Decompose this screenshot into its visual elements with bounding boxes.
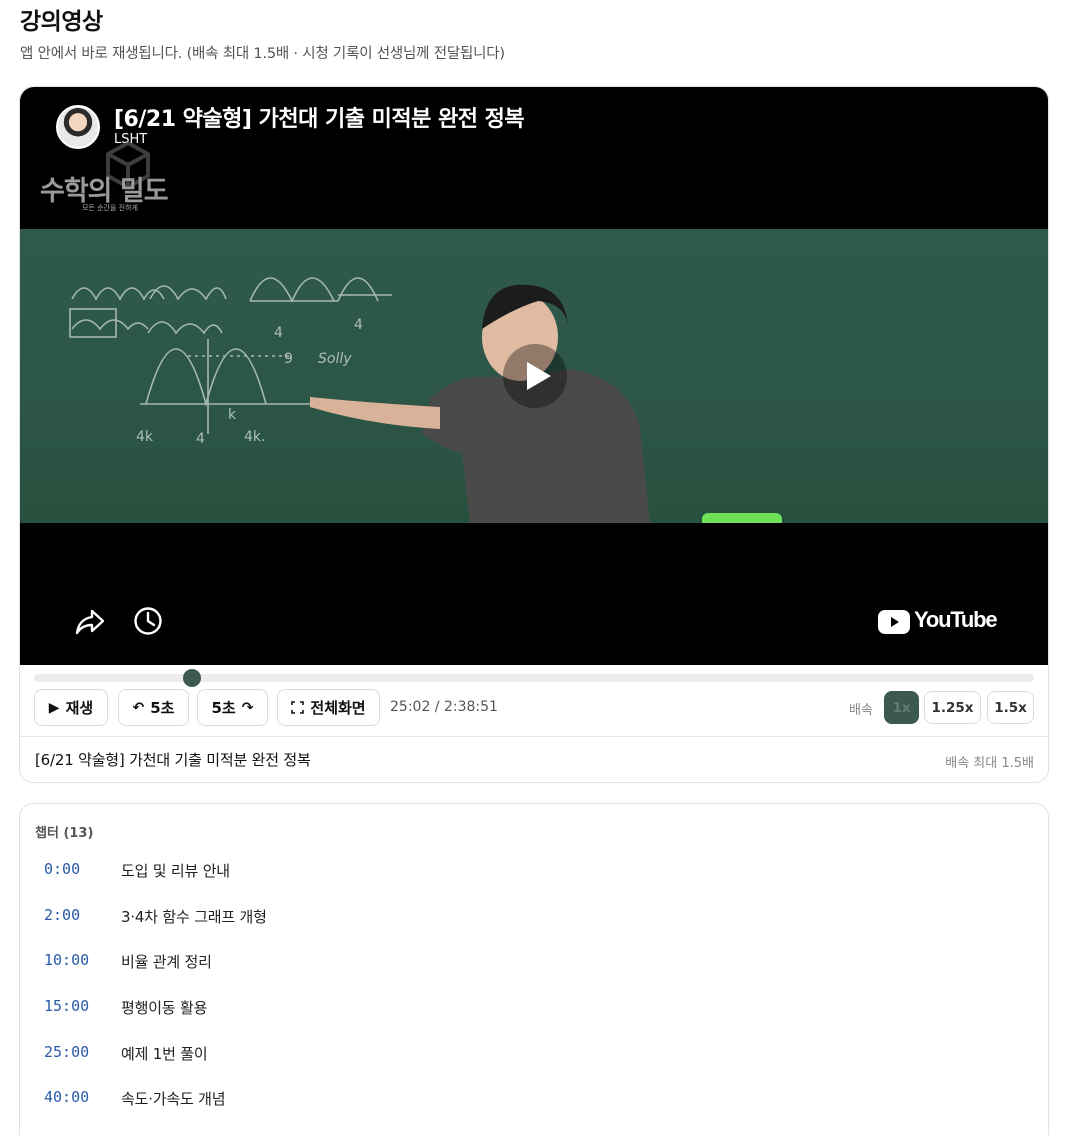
youtube-play-logo-icon: [878, 610, 910, 634]
play-button[interactable]: ▶ 재생: [34, 689, 108, 726]
chapter-item[interactable]: 15:00 평행이동 활용: [20, 989, 1050, 1029]
page-subtitle: 앱 안에서 바로 재생됩니다. (배속 최대 1.5배 · 시청 기록이 선생님…: [20, 46, 505, 62]
watermark-logo-tagline: 모든 순간을 진하게: [82, 204, 138, 212]
speed-1-5x-button[interactable]: 1.5x: [987, 691, 1034, 724]
seek-bar-fill: [34, 674, 192, 682]
speed-1-25x-button[interactable]: 1.25x: [924, 691, 981, 724]
chalk-note: Solly: [318, 351, 352, 367]
chapters-card: 챕터 (13) 0:00 도입 및 리뷰 안내 2:00 3·4차 함수 그래프…: [19, 803, 1049, 1135]
rewind-button-label: 5초: [150, 699, 175, 717]
video-title-overlay[interactable]: [6/21 약술형] 가천대 기출 미적분 완전 정복: [114, 101, 525, 133]
chapter-label: 비율 관계 정리: [121, 953, 212, 971]
play-button-label: 재생: [65, 699, 94, 717]
chapter-timestamp[interactable]: 40:00: [44, 1088, 89, 1106]
rewind-5s-button[interactable]: ↶ 5초: [118, 689, 189, 726]
chapter-timestamp[interactable]: 15:00: [44, 997, 89, 1015]
chapter-item[interactable]: 40:00 속도·가속도 개념: [20, 1080, 1050, 1120]
fullscreen-button-label: 전체화면: [310, 699, 366, 717]
rewind-icon: ↶: [132, 699, 145, 716]
fullscreen-icon: [291, 701, 305, 714]
chalk-number-9: 9: [284, 351, 293, 367]
chapter-timestamp[interactable]: 2:00: [44, 906, 80, 924]
chapter-item[interactable]: 10:00 비율 관계 정리: [20, 943, 1050, 983]
lecture-title: [6/21 약술형] 가천대 기출 미적분 완전 정복: [35, 751, 311, 769]
youtube-embed[interactable]: [6/21 약술형] 가천대 기출 미적분 완전 정복 LSHT 수학의 밀도 …: [20, 87, 1048, 665]
watermark-logo: 수학의 밀도 모든 순간을 진하게: [40, 140, 180, 217]
chapter-item[interactable]: 0:00 도입 및 리뷰 안내: [20, 852, 1050, 892]
forward-button-label: 5초: [211, 699, 236, 717]
chapter-label: 평행이동 활용: [121, 999, 208, 1017]
chapter-timestamp[interactable]: 0:00: [44, 860, 80, 878]
chalk-number-4a: 4: [274, 325, 283, 341]
chapter-timestamp[interactable]: 25:00: [44, 1043, 89, 1061]
watch-later-icon[interactable]: [130, 603, 166, 639]
card-divider: [20, 736, 1048, 737]
chapter-timestamp[interactable]: 10:00: [44, 951, 89, 969]
chalk-label-k: k: [228, 407, 237, 423]
share-icon[interactable]: [72, 605, 106, 639]
forward-5s-button[interactable]: 5초 ↷: [197, 689, 268, 726]
speed-limit-note: 배속 최대 1.5배: [945, 756, 1034, 771]
play-overlay-icon[interactable]: [503, 344, 567, 408]
chapter-label: 속도·가속도 개념: [121, 1090, 226, 1108]
chalk-label-4k-left: 4k: [136, 429, 154, 445]
chapter-item[interactable]: 2:00 3·4차 함수 그래프 개형: [20, 898, 1050, 938]
seek-bar-thumb[interactable]: [182, 669, 201, 687]
chalk-label-4k-right: 4k.: [244, 429, 265, 445]
chapter-label: 예제 1번 풀이: [121, 1045, 208, 1063]
chalk-number-4b: 4: [354, 317, 363, 333]
youtube-logo[interactable]: YouTube: [878, 607, 998, 637]
chapter-label: 3·4차 함수 그래프 개형: [121, 908, 267, 926]
speed-label: 배속: [849, 703, 873, 718]
fullscreen-button[interactable]: 전체화면: [277, 689, 380, 726]
chapter-item[interactable]: 25:00 예제 1번 풀이: [20, 1035, 1050, 1075]
chapter-label: 도입 및 리뷰 안내: [121, 862, 230, 880]
video-player-card: [6/21 약술형] 가천대 기출 미적분 완전 정복 LSHT 수학의 밀도 …: [19, 86, 1049, 783]
youtube-wordmark: YouTube: [914, 607, 998, 632]
chalk-label-4: 4: [196, 431, 205, 447]
page-title: 강의영상: [20, 9, 103, 35]
channel-avatar[interactable]: [56, 105, 100, 149]
time-readout: 25:02 / 2:38:51: [390, 699, 498, 715]
chapters-heading: 챕터 (13): [35, 826, 94, 841]
seek-bar[interactable]: [34, 669, 1034, 687]
speed-1x-button[interactable]: 1x: [884, 691, 919, 724]
play-icon: ▶: [48, 699, 60, 716]
forward-icon: ↷: [241, 699, 254, 716]
